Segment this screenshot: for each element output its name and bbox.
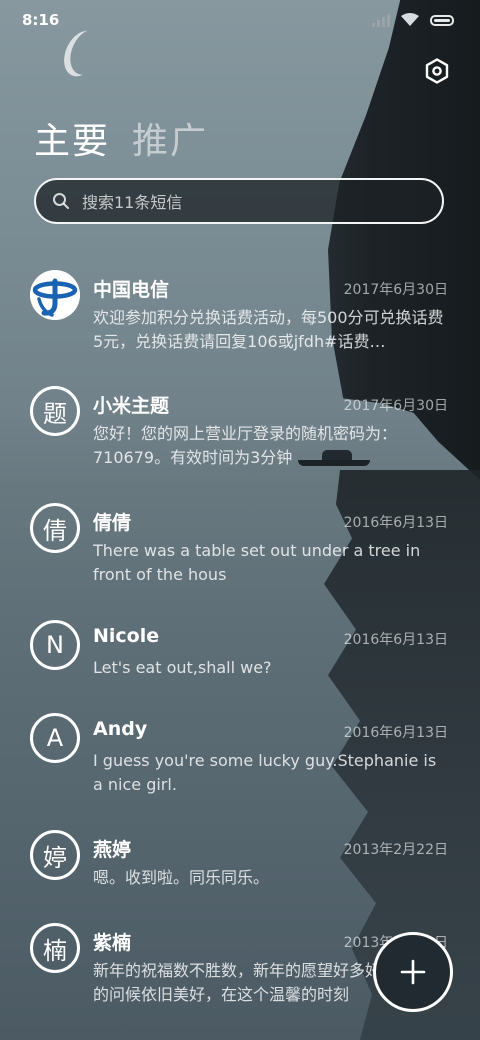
message-date: 2016年6月13日 <box>343 515 448 531</box>
avatar: 倩 <box>30 503 80 553</box>
settings-button[interactable] <box>420 54 454 88</box>
message-date: 2017年6月30日 <box>343 282 448 298</box>
settings-hexagon-icon <box>425 58 449 84</box>
avatar <box>30 270 80 320</box>
status-time: 8:16 <box>22 11 60 29</box>
sender-name: Andy <box>93 718 148 740</box>
message-preview: 欢迎参加积分兑换话费活动，每500分可兑换话费5元，兑换话费请回复106或jfd… <box>93 308 444 351</box>
china-telecom-logo-icon <box>30 270 80 320</box>
message-date: 2016年6月13日 <box>343 632 448 648</box>
compose-button[interactable] <box>373 932 453 1012</box>
sender-name: 倩倩 <box>93 512 132 534</box>
tab-primary[interactable]: 主要 <box>34 112 110 164</box>
sender-name: 小米主题 <box>93 395 170 417</box>
message-item-xiaomi-theme[interactable]: 题 小米主题 2017年6月30日 您好！您的网上营业厅登录的随机密码为：710… <box>0 374 480 474</box>
sender-name: 紫楠 <box>93 932 132 954</box>
search-bar[interactable]: 搜索11条短信 <box>34 178 444 224</box>
message-preview: Let's eat out,shall we? <box>93 658 272 677</box>
plus-icon <box>400 959 426 985</box>
avatar: 楠 <box>30 923 80 973</box>
status-bar: 8:16 <box>0 0 480 40</box>
wifi-icon <box>401 13 419 26</box>
avatar: N <box>30 620 80 670</box>
message-item-nicole[interactable]: N Nicole 2016年6月13日 Let's eat out,shall … <box>0 608 480 708</box>
message-date: 2013年2月22日 <box>343 842 448 858</box>
avatar: 题 <box>30 386 80 436</box>
message-date: 2017年6月30日 <box>343 398 448 414</box>
sender-name: Nicole <box>93 625 160 647</box>
message-date: 2016年6月13日 <box>343 725 448 741</box>
search-placeholder[interactable]: 搜索11条短信 <box>82 189 182 213</box>
message-item-andy[interactable]: A Andy 2016年6月13日 I guess you're some lu… <box>0 701 480 801</box>
sender-name: 中国电信 <box>93 279 170 301</box>
message-preview: 您好！您的网上营业厅登录的随机密码为：710679。有效时间为3分钟 <box>93 424 398 467</box>
message-item-qianqian[interactable]: 倩 倩倩 2016年6月13日 There was a table set ou… <box>0 491 480 591</box>
message-preview: I guess you're some lucky guy.Stephanie … <box>93 751 437 794</box>
status-icons <box>372 13 454 27</box>
message-preview: 嗯。收到啦。同乐同乐。 <box>93 868 270 887</box>
avatar: A <box>30 713 80 763</box>
message-item-china-telecom[interactable]: 中国电信 2017年6月30日 欢迎参加积分兑换话费活动，每500分可兑换话费5… <box>0 258 480 358</box>
signal-icon <box>372 13 390 27</box>
message-item-yanting[interactable]: 婷 燕婷 2013年2月22日 嗯。收到啦。同乐同乐。 <box>0 818 480 918</box>
message-preview: There was a table set out under a tree i… <box>93 541 421 584</box>
tab-promotions[interactable]: 推广 <box>132 112 208 164</box>
tab-bar: 主要 推广 <box>34 112 208 164</box>
battery-icon <box>430 14 454 26</box>
avatar: 婷 <box>30 830 80 880</box>
sender-name: 燕婷 <box>93 839 132 861</box>
search-icon <box>53 193 69 209</box>
